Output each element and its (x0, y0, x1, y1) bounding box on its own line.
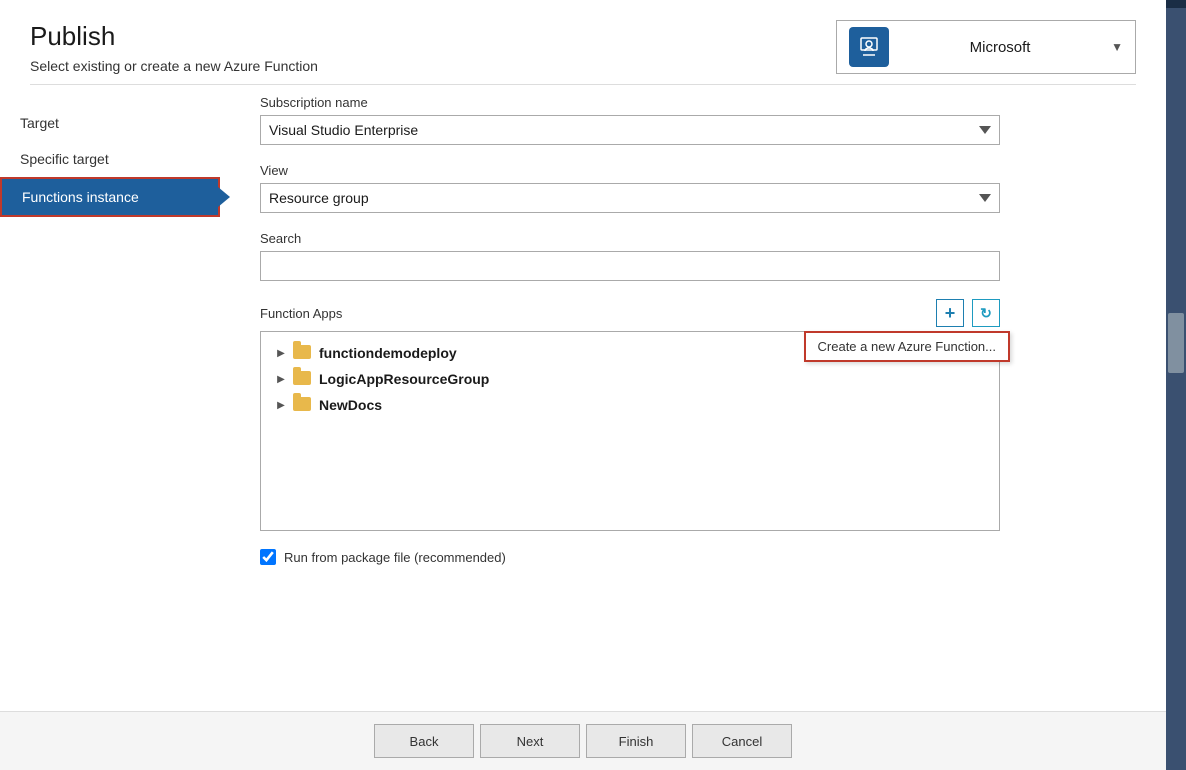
page-subtitle: Select existing or create a new Azure Fu… (30, 58, 318, 74)
folder-icon (293, 345, 313, 361)
body-area: Target Specific target Functions instanc… (0, 85, 1166, 711)
run-from-package-checkbox[interactable] (260, 549, 276, 565)
function-apps-label: Function Apps (260, 306, 342, 321)
tree-item-newdocs[interactable]: ▶ NewDocs (261, 392, 999, 418)
tree-item-label: LogicAppResourceGroup (319, 371, 489, 387)
sidebar-item-specific-target[interactable]: Specific target (0, 141, 220, 177)
publish-header: Publish Select existing or create a new … (0, 0, 1166, 84)
function-apps-header: Function Apps + ↻ Create a new Azure Fun… (260, 299, 1000, 327)
cancel-button[interactable]: Cancel (692, 724, 792, 758)
next-button[interactable]: Next (480, 724, 580, 758)
sidebar-item-target[interactable]: Target (0, 105, 220, 141)
header-left: Publish Select existing or create a new … (30, 21, 318, 74)
tree-item-label: functiondemodeploy (319, 345, 457, 361)
back-button[interactable]: Back (374, 724, 474, 758)
search-input[interactable] (260, 251, 1000, 281)
create-function-tooltip: Create a new Azure Function... (804, 331, 1010, 362)
view-label: View (260, 163, 1126, 178)
nav-panel: Target Specific target Functions instanc… (0, 95, 220, 711)
scrollbar-track[interactable] (1166, 8, 1186, 770)
package-file-row: Run from package file (recommended) (260, 549, 1126, 565)
subscription-group: Subscription name Visual Studio Enterpri… (260, 95, 1126, 145)
sidebar-item-functions-instance[interactable]: Functions instance (0, 177, 220, 217)
refresh-button[interactable]: ↻ (972, 299, 1000, 327)
expand-icon: ▶ (273, 371, 289, 387)
folder-icon (293, 397, 313, 413)
function-apps-section: Function Apps + ↻ Create a new Azure Fun… (260, 299, 1126, 531)
tree-item-label: NewDocs (319, 397, 382, 413)
account-name: Microsoft (899, 39, 1101, 56)
footer: Back Next Finish Cancel (0, 711, 1166, 770)
account-selector[interactable]: Microsoft ▼ (836, 20, 1136, 74)
account-dropdown-arrow: ▼ (1111, 40, 1123, 54)
page-title: Publish (30, 21, 318, 52)
subscription-select[interactable]: Visual Studio Enterprise (260, 115, 1000, 145)
view-select[interactable]: Resource group (260, 183, 1000, 213)
search-label: Search (260, 231, 1126, 246)
right-sidebar (1166, 0, 1186, 770)
view-group: View Resource group (260, 163, 1126, 213)
expand-icon: ▶ (273, 397, 289, 413)
add-function-button[interactable]: + (936, 299, 964, 327)
sidebar-top (1166, 0, 1186, 8)
folder-icon (293, 371, 313, 387)
run-from-package-label: Run from package file (recommended) (284, 550, 506, 565)
form-area: Subscription name Visual Studio Enterpri… (220, 95, 1166, 711)
expand-icon: ▶ (273, 345, 289, 361)
tree-item-logicappresourcegroup[interactable]: ▶ LogicAppResourceGroup (261, 366, 999, 392)
scrollbar-thumb[interactable] (1168, 313, 1184, 373)
account-icon (849, 27, 889, 67)
function-apps-actions: + ↻ Create a new Azure Function... (936, 299, 1000, 327)
search-group: Search (260, 231, 1126, 281)
finish-button[interactable]: Finish (586, 724, 686, 758)
subscription-label: Subscription name (260, 95, 1126, 110)
